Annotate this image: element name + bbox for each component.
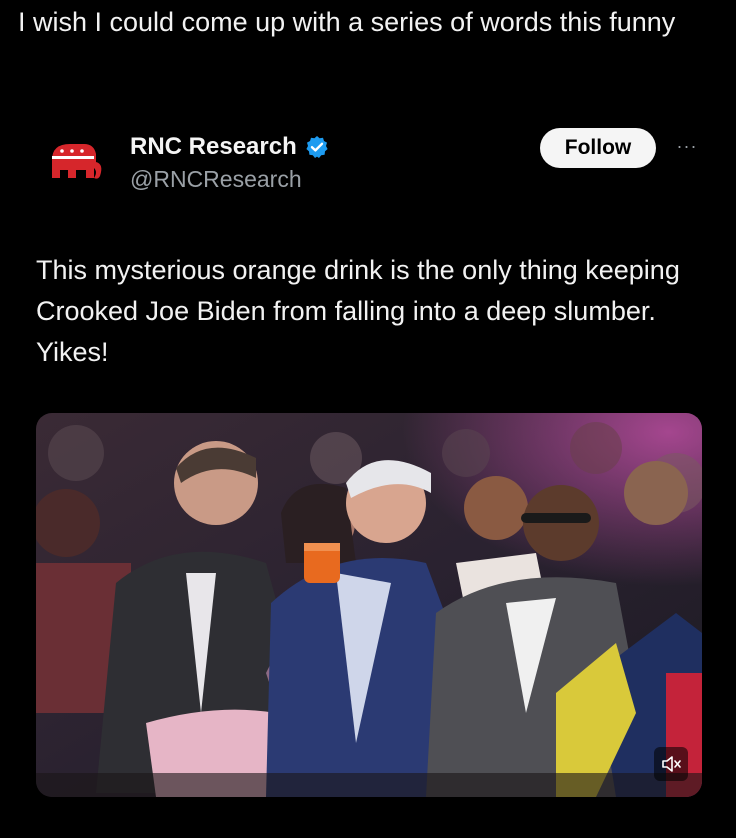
verified-badge-icon: [305, 135, 329, 159]
account-handle[interactable]: @RNCResearch: [130, 166, 302, 193]
tweet-text: This mysterious orange drink is the only…: [36, 255, 680, 367]
tweet-video[interactable]: [36, 413, 702, 797]
more-options-icon[interactable]: ···: [670, 136, 704, 158]
display-name-text[interactable]: RNC Research: [130, 133, 297, 161]
post-caption: I wish I could come up with a series of …: [18, 7, 676, 37]
account-display-name[interactable]: RNC Research: [130, 133, 329, 161]
rnc-elephant-logo-icon[interactable]: [48, 138, 104, 188]
embedded-tweet: RNC Research @RNCResearch Follow ··· Thi…: [0, 100, 736, 838]
follow-button[interactable]: Follow: [540, 128, 656, 168]
video-frame: [36, 413, 702, 797]
mute-icon[interactable]: [654, 747, 688, 781]
